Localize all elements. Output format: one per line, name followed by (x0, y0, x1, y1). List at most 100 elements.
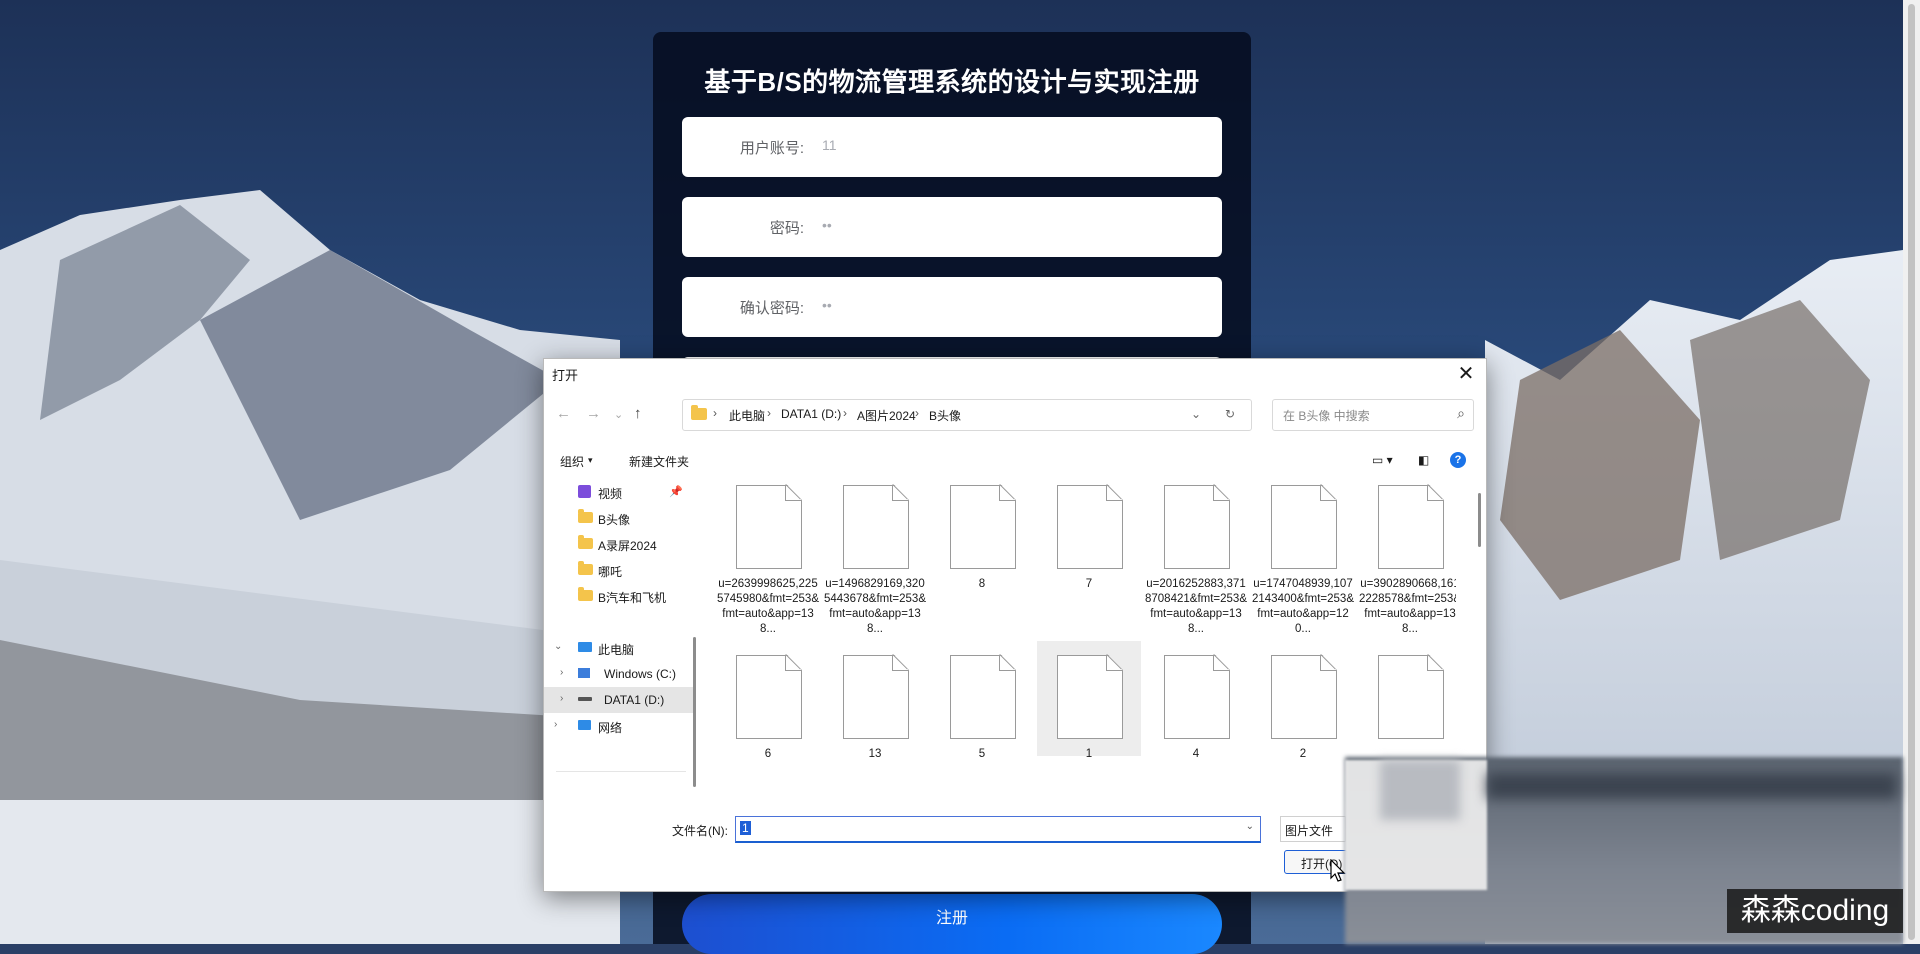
chevron-right-icon[interactable]: › (554, 719, 557, 730)
nav-item-label: 此电脑 (598, 643, 635, 657)
file-tile[interactable]: 4 (1144, 649, 1248, 764)
organize-dropdown-icon[interactable]: ▾ (588, 455, 593, 466)
register-button[interactable]: 注册 (682, 894, 1222, 954)
file-tile[interactable] (1358, 649, 1456, 764)
file-tile[interactable]: u=1747048939,1072143400&fmt=253&fmt=auto… (1251, 479, 1355, 635)
blurred-thumbnail (1380, 760, 1460, 820)
file-grid-scrollbar[interactable] (1478, 493, 1481, 547)
nav-item-network[interactable]: › 网络 (544, 713, 694, 739)
network-icon (578, 720, 591, 730)
file-name: u=2016252883,3718708421&fmt=253&fmt=auto… (1145, 578, 1247, 635)
view-options-icon[interactable]: ▭ ▾ (1372, 453, 1393, 467)
drive-d-icon (578, 697, 592, 701)
file-tile[interactable]: 5 (930, 649, 1034, 764)
file-name: u=1747048939,1072143400&fmt=253&fmt=auto… (1252, 578, 1354, 635)
chevron-right-icon[interactable]: › (560, 693, 563, 704)
nav-item-windows-c[interactable]: › Windows (C:) (544, 661, 694, 687)
watermark: 森森coding (1727, 889, 1903, 933)
page-scrollbar[interactable] (1903, 0, 1920, 944)
password-value[interactable]: •• (822, 217, 832, 233)
username-field[interactable]: 用户账号: 11 (682, 117, 1222, 177)
file-tile[interactable]: u=2016252883,3718708421&fmt=253&fmt=auto… (1144, 479, 1248, 635)
file-name: 1 (1085, 748, 1093, 760)
search-box[interactable]: 在 B头像 中搜索 ⌕ (1272, 399, 1474, 431)
breadcrumb-separator-icon: › (767, 406, 771, 420)
nav-scrollbar[interactable] (693, 637, 696, 787)
navigation-pane: 视频 📌 B头像 A录屏2024 哪吒 B汽车和飞机 ⌄ 此电脑 › Windo… (544, 479, 696, 779)
chevron-right-icon[interactable]: › (560, 667, 563, 678)
preview-pane-icon[interactable]: ◧ (1418, 453, 1429, 467)
file-name: u=2639998625,2255745980&fmt=253&fmt=auto… (717, 578, 819, 635)
pin-icon: 📌 (669, 486, 683, 498)
nav-item-b-avatar[interactable]: B头像 (544, 505, 694, 531)
file-tile[interactable]: 7 (1037, 479, 1141, 594)
file-name: 5 (978, 748, 986, 760)
filename-label: 文件名(N): (672, 824, 728, 838)
chevron-down-icon[interactable]: ⌄ (554, 641, 562, 652)
up-arrow-icon[interactable]: ↑ (634, 405, 642, 422)
file-tile[interactable]: u=1496829169,3205443678&fmt=253&fmt=auto… (823, 479, 927, 635)
address-dropdown-icon[interactable]: ⌄ (1191, 407, 1201, 421)
file-name: 6 (764, 748, 772, 760)
confirm-password-value[interactable]: •• (822, 297, 832, 313)
breadcrumb-this-pc[interactable]: 此电脑 (729, 407, 765, 424)
forward-arrow-icon[interactable]: → (586, 405, 601, 422)
nav-item-b-cars-planes[interactable]: B汽车和飞机 (544, 583, 694, 609)
search-placeholder: 在 B头像 中搜索 (1283, 409, 1370, 423)
dialog-title: 打开 (552, 368, 579, 383)
confirm-password-field[interactable]: 确认密码: •• (682, 277, 1222, 337)
recent-chevron-icon[interactable]: ⌄ (614, 408, 623, 421)
nav-item-label: Windows (C:) (604, 667, 677, 681)
blurred-strip (1487, 773, 1897, 799)
file-name: 7 (1085, 578, 1093, 590)
filename-input[interactable]: 1 ⌄ (735, 816, 1261, 843)
confirm-password-label: 确认密码: (739, 300, 804, 317)
file-tile[interactable]: 2 (1251, 649, 1355, 764)
nav-item-label: DATA1 (D:) (604, 693, 665, 707)
nav-item-label: 网络 (598, 721, 623, 735)
help-icon[interactable]: ? (1450, 452, 1466, 468)
folder-icon (578, 509, 593, 523)
refresh-icon[interactable]: ↻ (1225, 407, 1235, 421)
file-name: 4 (1192, 748, 1200, 760)
page-scrollbar-thumb[interactable] (1908, 4, 1915, 940)
file-tile[interactable]: 8 (930, 479, 1034, 594)
file-tile[interactable]: 13 (823, 649, 927, 764)
address-bar[interactable]: › 此电脑 › DATA1 (D:) › A图片2024 › B头像 ⌄ ↻ (682, 399, 1252, 431)
back-arrow-icon[interactable]: ← (556, 405, 571, 422)
nav-item-this-pc[interactable]: ⌄ 此电脑 (544, 635, 694, 661)
username-value[interactable]: 11 (822, 137, 837, 153)
file-tile[interactable]: 6 (716, 649, 820, 764)
password-field[interactable]: 密码: •• (682, 197, 1222, 257)
close-icon[interactable]: ✕ (1452, 361, 1480, 387)
breadcrumb-b-avatar[interactable]: B头像 (929, 407, 961, 424)
file-grid: u=2639998625,2255745980&fmt=253&fmt=auto… (716, 479, 1456, 779)
file-tile[interactable]: u=2639998625,2255745980&fmt=253&fmt=auto… (716, 479, 820, 635)
folder-icon (578, 587, 593, 601)
file-tile-selected[interactable]: 1 (1037, 641, 1141, 760)
registration-title: 基于B/S的物流管理系统的设计与实现注册 (704, 67, 1200, 97)
breadcrumb-data1[interactable]: DATA1 (D:) (781, 407, 841, 421)
nav-item-a-recordings[interactable]: A录屏2024 (544, 531, 694, 557)
file-type-select[interactable]: 图片文件 (1280, 816, 1346, 842)
file-name: 2 (1299, 748, 1307, 760)
nav-item-videos[interactable]: 视频 📌 (544, 479, 694, 505)
folder-icon (578, 535, 593, 549)
file-tile[interactable]: u=3902890668,1612228578&fmt=253&fmt=auto… (1358, 479, 1456, 635)
file-type-value: 图片文件 (1285, 824, 1334, 838)
search-icon[interactable]: ⌕ (1457, 405, 1465, 422)
organize-button[interactable]: 组织 (560, 453, 584, 470)
new-folder-button[interactable]: 新建文件夹 (629, 453, 689, 470)
filename-value[interactable]: 1 (740, 821, 751, 835)
drive-c-icon (578, 668, 590, 678)
file-name: 8 (978, 578, 986, 590)
chevron-down-icon[interactable]: ⌄ (1246, 821, 1254, 832)
nav-item-label: B头像 (598, 513, 631, 527)
folder-icon (578, 561, 593, 575)
nav-item-label: A录屏2024 (598, 539, 657, 553)
nav-item-label: B汽车和飞机 (598, 591, 667, 605)
nav-item-data1-d[interactable]: › DATA1 (D:) (544, 687, 694, 713)
folder-icon (691, 405, 707, 420)
breadcrumb-a-pictures[interactable]: A图片2024 (857, 407, 916, 424)
nav-item-nezha[interactable]: 哪吒 (544, 557, 694, 583)
